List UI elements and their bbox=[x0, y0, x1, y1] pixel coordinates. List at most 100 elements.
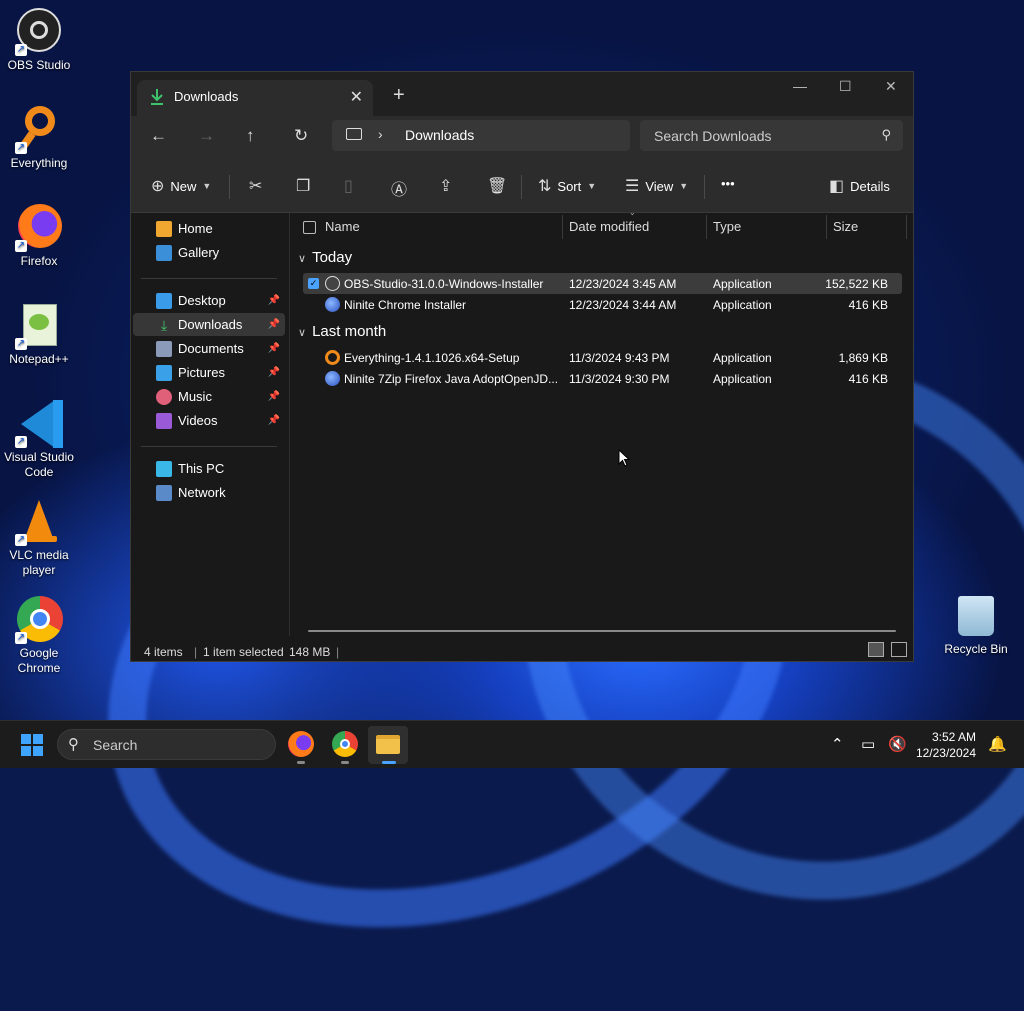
forward-icon[interactable]: → bbox=[198, 126, 215, 146]
column-name[interactable]: Name bbox=[325, 219, 360, 234]
gallery-icon bbox=[156, 244, 172, 261]
close-tab-icon[interactable]: ✕ bbox=[350, 87, 363, 107]
rename-button[interactable]: Ⓐ bbox=[391, 176, 407, 200]
details-pane-button[interactable]: ◧ Details bbox=[829, 176, 890, 196]
address-bar[interactable]: › Downloads bbox=[332, 120, 630, 151]
everything-icon bbox=[325, 350, 340, 365]
firefox-icon: ↗ bbox=[15, 204, 63, 252]
desktop-icon-everything[interactable]: ↗ Everything bbox=[1, 106, 77, 171]
group-header-last-month[interactable]: ∨ Last month bbox=[298, 323, 386, 340]
maximize-icon[interactable]: ☐ bbox=[839, 78, 852, 95]
copy-button[interactable]: ❐ bbox=[296, 176, 310, 196]
view-button[interactable]: ☰ View ▼ bbox=[625, 176, 688, 196]
new-tab-button[interactable]: + bbox=[393, 84, 405, 107]
column-type[interactable]: Type bbox=[713, 219, 741, 234]
sidebar-item-downloads[interactable]: ⤓ Downloads 📌 bbox=[133, 313, 285, 336]
horizontal-scrollbar[interactable] bbox=[308, 630, 896, 632]
documents-icon bbox=[156, 340, 172, 357]
column-date-modified[interactable]: Date modified bbox=[569, 219, 649, 234]
sidebar-item-gallery[interactable]: Gallery bbox=[133, 241, 285, 264]
videos-icon bbox=[156, 412, 172, 429]
network-icon bbox=[156, 484, 172, 501]
pin-icon[interactable]: 📌 bbox=[268, 295, 280, 306]
desktop-icon-notepadpp[interactable]: ↗ Notepad++ bbox=[1, 302, 77, 367]
cut-button[interactable]: ✂ bbox=[249, 176, 262, 196]
select-all-checkbox[interactable] bbox=[303, 221, 316, 234]
up-icon[interactable]: ↑ bbox=[246, 126, 255, 146]
file-type: Application bbox=[713, 298, 772, 312]
sidebar-item-network[interactable]: Network bbox=[133, 481, 285, 504]
pictures-icon bbox=[156, 364, 172, 381]
file-row[interactable]: ✓ OBS-Studio-31.0.0-Windows-Installer 12… bbox=[303, 273, 902, 294]
chrome-icon: ↗ bbox=[15, 596, 63, 644]
network-icon[interactable]: ▭ bbox=[861, 735, 875, 753]
new-button[interactable]: ⊕ New ▼ bbox=[151, 176, 211, 196]
tiles-view-icon[interactable] bbox=[891, 642, 907, 657]
file-date: 11/3/2024 9:43 PM bbox=[569, 351, 670, 365]
group-header-today[interactable]: ∨ Today bbox=[298, 249, 352, 266]
sidebar-item-documents[interactable]: Documents 📌 bbox=[133, 337, 285, 360]
speaker-muted-icon[interactable]: 🔇 bbox=[888, 735, 907, 753]
desktop-icon-label: OBS Studio bbox=[7, 58, 71, 72]
share-button[interactable]: ⇪ bbox=[439, 176, 452, 196]
pin-icon[interactable]: 📌 bbox=[268, 367, 280, 378]
file-name: Ninite Chrome Installer bbox=[344, 298, 467, 312]
taskbar-firefox[interactable] bbox=[286, 729, 316, 764]
desktop-icon-chrome[interactable]: ↗ Google Chrome bbox=[1, 596, 77, 676]
tab-downloads[interactable]: Downloads ✕ bbox=[137, 80, 373, 116]
sidebar-item-label: Videos bbox=[178, 413, 218, 428]
sidebar-item-desktop[interactable]: Desktop 📌 bbox=[133, 289, 285, 312]
minimize-icon[interactable]: — bbox=[793, 78, 807, 94]
sidebar-item-pictures[interactable]: Pictures 📌 bbox=[133, 361, 285, 384]
column-divider[interactable] bbox=[706, 215, 707, 239]
tab-title: Downloads bbox=[174, 89, 239, 104]
breadcrumb-downloads[interactable]: Downloads bbox=[405, 127, 474, 143]
file-date: 12/23/2024 3:44 AM bbox=[569, 298, 677, 312]
column-divider[interactable] bbox=[562, 215, 563, 239]
desktop-icon-recycle-bin[interactable]: Recycle Bin bbox=[942, 596, 1010, 656]
row-checkbox[interactable]: ✓ bbox=[308, 278, 319, 289]
notification-bell-icon[interactable]: 🔔 bbox=[988, 735, 1007, 753]
search-input[interactable]: Search Downloads ⚲ bbox=[640, 120, 903, 151]
taskbar-chrome[interactable] bbox=[330, 729, 360, 764]
share-icon: ⇪ bbox=[439, 178, 453, 195]
desktop-icon-vlc[interactable]: ↗ VLC media player bbox=[1, 498, 77, 578]
back-icon[interactable]: ← bbox=[150, 126, 167, 146]
sidebar-item-music[interactable]: Music 📌 bbox=[133, 385, 285, 408]
pin-icon[interactable]: 📌 bbox=[268, 415, 280, 426]
mouse-cursor-icon bbox=[618, 449, 630, 467]
desktop-icon-vscode[interactable]: ↗ Visual Studio Code bbox=[1, 400, 77, 480]
close-window-icon[interactable]: ✕ bbox=[885, 78, 897, 95]
vscode-icon: ↗ bbox=[15, 400, 63, 448]
refresh-icon[interactable]: ↻ bbox=[294, 126, 308, 146]
obs-installer-icon bbox=[325, 276, 340, 291]
more-options-button[interactable]: ••• bbox=[721, 176, 735, 191]
sidebar-item-home[interactable]: Home bbox=[133, 217, 285, 240]
pin-icon[interactable]: 📌 bbox=[268, 391, 280, 402]
file-row[interactable]: Ninite 7Zip Firefox Java AdoptOpenJD... … bbox=[303, 368, 902, 389]
sidebar-item-videos[interactable]: Videos 📌 bbox=[133, 409, 285, 432]
clock[interactable]: 3:52 AM 12/23/2024 bbox=[912, 729, 976, 761]
column-size[interactable]: Size bbox=[833, 219, 858, 234]
taskbar-file-explorer[interactable] bbox=[368, 726, 408, 764]
toolbar-divider bbox=[704, 175, 705, 199]
chevron-up-icon[interactable]: ⌃ bbox=[831, 735, 844, 753]
desktop-icon-firefox[interactable]: ↗ Firefox bbox=[1, 204, 77, 269]
sidebar-item-this-pc[interactable]: This PC bbox=[133, 457, 285, 480]
chevron-right-icon[interactable]: › bbox=[378, 126, 383, 142]
running-indicator bbox=[341, 761, 349, 764]
column-divider[interactable] bbox=[826, 215, 827, 239]
sort-button[interactable]: ⇅ Sort ▼ bbox=[538, 176, 596, 196]
taskbar-search[interactable]: ⚲ Search bbox=[57, 729, 276, 760]
details-view-icon[interactable] bbox=[868, 642, 884, 657]
file-row[interactable]: Ninite Chrome Installer 12/23/2024 3:44 … bbox=[303, 294, 902, 315]
column-divider[interactable] bbox=[906, 215, 907, 239]
pin-icon[interactable]: 📌 bbox=[268, 319, 280, 330]
pin-icon[interactable]: 📌 bbox=[268, 343, 280, 354]
paste-button[interactable]: ▯ bbox=[344, 176, 353, 196]
delete-button[interactable]: 🗑 bbox=[487, 176, 507, 196]
desktop-icon-obs[interactable]: ↗ OBS Studio bbox=[1, 8, 77, 73]
start-button-windows-icon[interactable] bbox=[21, 734, 43, 756]
sort-label: Sort bbox=[557, 178, 582, 194]
file-row[interactable]: Everything-1.4.1.1026.x64-Setup 11/3/202… bbox=[303, 347, 902, 368]
